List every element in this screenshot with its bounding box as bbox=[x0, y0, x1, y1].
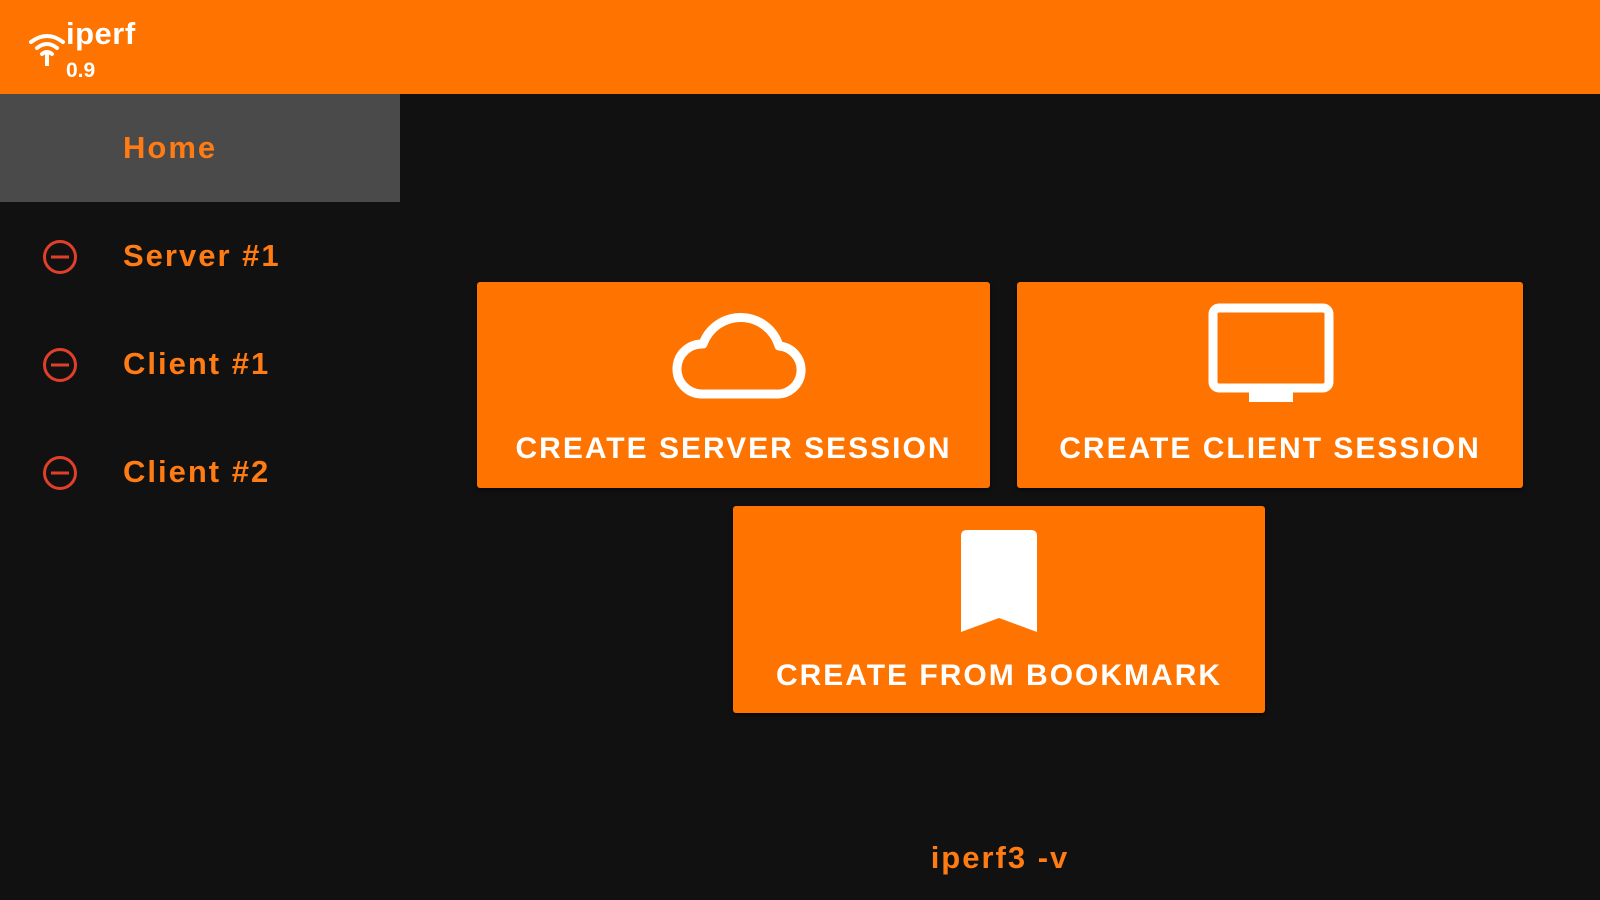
create-client-session-label: CREATE CLIENT SESSION bbox=[1059, 432, 1481, 465]
app-name: iperf bbox=[66, 16, 136, 51]
sidebar-item-server-1[interactable]: Server #1 bbox=[0, 202, 400, 310]
sidebar-item-label: Client #2 bbox=[123, 454, 271, 489]
monitor-icon bbox=[1208, 303, 1334, 402]
sidebar: Home Server #1 Client #1 Client #2 bbox=[0, 94, 400, 900]
create-server-session-label: CREATE SERVER SESSION bbox=[515, 432, 952, 465]
remove-circle-icon[interactable] bbox=[42, 239, 78, 275]
create-from-bookmark-label: CREATE FROM BOOKMARK bbox=[775, 659, 1223, 692]
sidebar-item-label: Client #1 bbox=[123, 346, 271, 381]
app-version: 0.9 bbox=[66, 59, 96, 82]
sidebar-item-label: Server #1 bbox=[123, 238, 281, 273]
wifi-icon bbox=[29, 34, 65, 66]
create-server-session-button[interactable]: CREATE SERVER SESSION bbox=[477, 282, 990, 488]
sidebar-item-client-2[interactable]: Client #2 bbox=[0, 418, 400, 526]
app-header: iperf 0.9 bbox=[0, 0, 1600, 94]
sidebar-item-client-1[interactable]: Client #1 bbox=[0, 310, 400, 418]
remove-circle-icon[interactable] bbox=[42, 347, 78, 383]
remove-circle-icon[interactable] bbox=[42, 455, 78, 491]
bookmark-icon bbox=[961, 530, 1037, 632]
version-command-link[interactable]: iperf3 -v bbox=[800, 840, 1200, 876]
app-window: iperf 0.9 Home Server #1 Client #1 Clien… bbox=[0, 0, 1600, 900]
main-content: CREATE SERVER SESSION CREATE CLIENT SESS… bbox=[400, 94, 1600, 900]
sidebar-item-label: Home bbox=[123, 130, 218, 165]
create-from-bookmark-button[interactable]: CREATE FROM BOOKMARK bbox=[733, 506, 1265, 713]
app-logo: iperf 0.9 bbox=[24, 14, 174, 88]
sidebar-item-home[interactable]: Home bbox=[0, 94, 400, 202]
cloud-icon bbox=[672, 312, 806, 399]
create-client-session-button[interactable]: CREATE CLIENT SESSION bbox=[1017, 282, 1523, 488]
